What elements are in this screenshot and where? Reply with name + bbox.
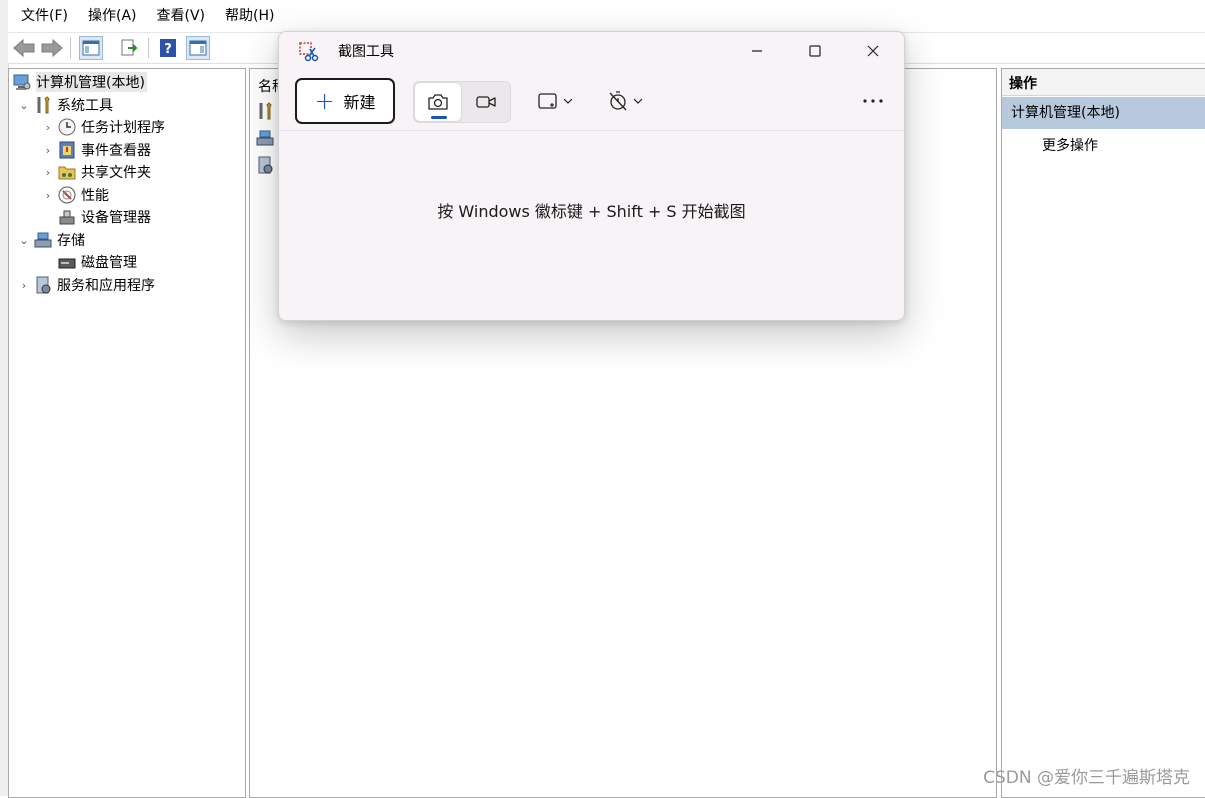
computer-management-icon bbox=[12, 72, 32, 92]
menu-help[interactable]: 帮助(H) bbox=[215, 0, 284, 32]
tree-item-task-scheduler[interactable]: › 任务计划程序 bbox=[41, 116, 165, 138]
device-manager-icon bbox=[57, 207, 77, 227]
snipping-tool-window: 截图工具 + 新建 按 Windows 徽标键 + Shift + S 开始截图 bbox=[278, 31, 905, 321]
shared-folder-icon bbox=[57, 162, 77, 182]
tree-item-label: 设备管理器 bbox=[81, 210, 151, 226]
tree-item-label: 服务和应用程序 bbox=[57, 278, 155, 294]
capture-mode-toggle bbox=[413, 81, 511, 123]
snip-hint-text: 按 Windows 徽标键 + Shift + S 开始截图 bbox=[437, 202, 746, 221]
more-options-button[interactable] bbox=[859, 81, 887, 121]
tree-item-label: 性能 bbox=[81, 188, 109, 204]
snip-toolbar: + 新建 bbox=[279, 74, 904, 131]
services-icon bbox=[33, 275, 53, 295]
chevron-right-icon[interactable]: › bbox=[17, 279, 31, 292]
tree-item-services-apps[interactable]: › 服务和应用程序 bbox=[17, 274, 155, 296]
more-icon bbox=[863, 99, 883, 103]
clock-icon bbox=[57, 117, 77, 137]
chevron-right-icon[interactable]: › bbox=[41, 166, 55, 179]
camera-icon bbox=[428, 94, 448, 110]
chevron-right-icon[interactable]: › bbox=[41, 121, 55, 134]
menu-action[interactable]: 操作(A) bbox=[78, 0, 147, 32]
tree-item-label: 任务计划程序 bbox=[81, 120, 165, 136]
forward-icon[interactable] bbox=[40, 36, 64, 60]
tree-item-disk-management[interactable]: 磁盘管理 bbox=[41, 251, 137, 273]
actions-pane: 操作 计算机管理(本地) 更多操作 bbox=[1001, 68, 1205, 798]
storage-icon[interactable] bbox=[256, 129, 274, 151]
show-hide-action-pane-icon[interactable] bbox=[186, 36, 210, 60]
chevron-right-icon[interactable]: › bbox=[41, 144, 55, 157]
new-snip-label: 新建 bbox=[343, 93, 376, 112]
chevron-down-icon[interactable]: ⌄ bbox=[17, 99, 31, 112]
services-icon[interactable] bbox=[256, 156, 274, 178]
tree-item-label: 事件查看器 bbox=[81, 143, 151, 159]
chevron-down-icon bbox=[563, 98, 573, 104]
tree-item-label: 系统工具 bbox=[57, 98, 113, 114]
video-camera-icon bbox=[476, 96, 496, 108]
new-snip-button[interactable]: + 新建 bbox=[295, 78, 395, 124]
console-tree: 计算机管理(本地) ⌄ 系统工具 › 任务计划程序 › 事件查看器 › 共享文件… bbox=[8, 68, 246, 798]
snip-shape-dropdown[interactable] bbox=[537, 81, 573, 121]
minimize-button[interactable] bbox=[734, 36, 780, 66]
chevron-down-icon bbox=[633, 98, 643, 104]
screenshot-mode-button[interactable] bbox=[414, 82, 462, 122]
tree-item-label: 计算机管理(本地) bbox=[36, 72, 147, 92]
snipping-tool-app-icon bbox=[298, 41, 320, 63]
plus-icon: + bbox=[314, 87, 335, 115]
chevron-right-icon[interactable]: › bbox=[41, 189, 55, 202]
tree-item-label: 存储 bbox=[57, 233, 85, 249]
tree-item-label: 共享文件夹 bbox=[81, 165, 151, 181]
tree-item-label: 磁盘管理 bbox=[81, 255, 137, 271]
export-list-icon[interactable] bbox=[117, 36, 141, 60]
delay-dropdown[interactable] bbox=[607, 81, 643, 121]
chevron-down-icon[interactable]: ⌄ bbox=[17, 234, 31, 247]
menu-file[interactable]: 文件(F) bbox=[8, 0, 78, 32]
actions-section-computer-management[interactable]: 计算机管理(本地) bbox=[1002, 97, 1205, 129]
help-icon[interactable]: ? bbox=[156, 36, 180, 60]
tools-icon[interactable] bbox=[256, 102, 274, 124]
performance-icon bbox=[57, 185, 77, 205]
menu-view[interactable]: 查看(V) bbox=[147, 0, 216, 32]
tree-item-computer-management[interactable]: 计算机管理(本地) bbox=[12, 71, 147, 93]
show-hide-console-tree-icon[interactable] bbox=[79, 36, 103, 60]
actions-header: 操作 bbox=[1002, 69, 1205, 96]
tree-item-shared-folders[interactable]: › 共享文件夹 bbox=[41, 161, 151, 183]
more-actions-link[interactable]: 更多操作 bbox=[1042, 137, 1098, 155]
watermark: CSDN @爱你三千遍斯塔克 bbox=[983, 768, 1190, 788]
timer-off-icon bbox=[609, 91, 627, 111]
event-viewer-icon bbox=[57, 140, 77, 160]
tree-item-performance[interactable]: › 性能 bbox=[41, 184, 109, 206]
storage-icon bbox=[33, 230, 53, 250]
close-button[interactable] bbox=[850, 36, 896, 66]
video-mode-button[interactable] bbox=[462, 82, 510, 122]
active-indicator bbox=[431, 116, 447, 119]
tree-item-storage[interactable]: ⌄ 存储 bbox=[17, 229, 85, 251]
window-title: 截图工具 bbox=[338, 44, 394, 60]
maximize-button[interactable] bbox=[792, 36, 838, 66]
rectangle-snip-icon bbox=[538, 93, 557, 109]
tree-item-system-tools[interactable]: ⌄ 系统工具 bbox=[17, 94, 113, 116]
tree-item-event-viewer[interactable]: › 事件查看器 bbox=[41, 139, 151, 161]
svg-text:?: ? bbox=[164, 42, 172, 57]
back-icon[interactable] bbox=[12, 36, 36, 60]
menu-bar: 文件(F) 操作(A) 查看(V) 帮助(H) bbox=[8, 0, 1205, 33]
tools-icon bbox=[33, 95, 53, 115]
tree-item-device-manager[interactable]: 设备管理器 bbox=[41, 206, 151, 228]
disk-icon bbox=[57, 252, 77, 272]
